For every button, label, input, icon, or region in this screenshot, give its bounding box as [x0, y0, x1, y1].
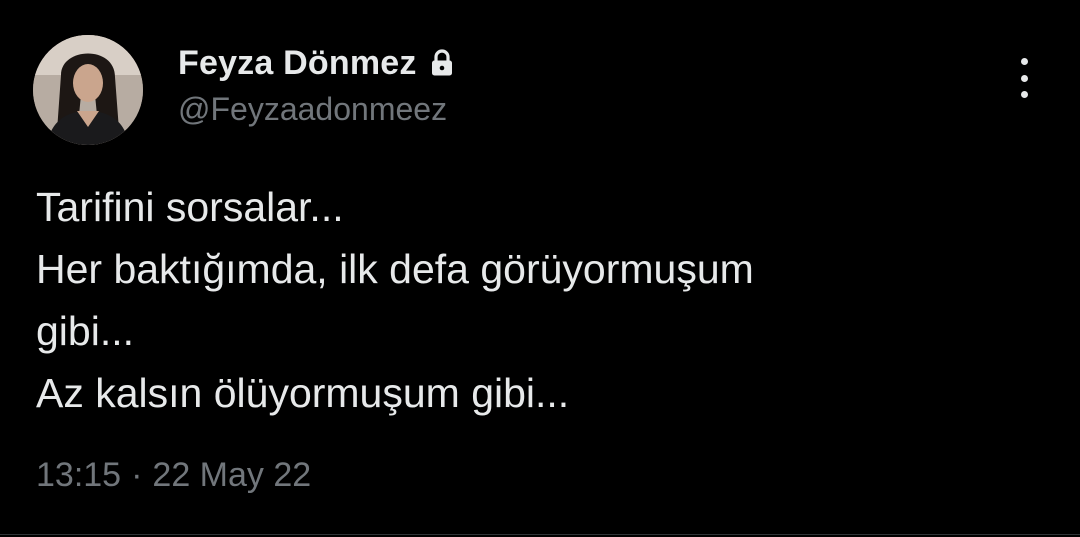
timestamp-separator: ·	[131, 456, 143, 494]
tweet-text-line: gibi...	[36, 308, 134, 354]
tweet-timestamp[interactable]: 13:15 · 22 May 22	[36, 456, 311, 495]
tweet-text-line: Az kalsın ölüyormuşum gibi...	[36, 370, 570, 416]
author-display-name[interactable]: Feyza Dönmez	[178, 44, 417, 83]
tweet-text-line: Tarifini sorsalar...	[36, 184, 344, 230]
tweet-time[interactable]: 13:15	[36, 456, 121, 495]
author-avatar[interactable]	[33, 35, 143, 145]
tweet-date[interactable]: 22 May 22	[152, 456, 311, 495]
lock-icon	[429, 48, 455, 78]
tweet-card: Feyza Dönmez @Feyzaadonmeez Tarifini sor…	[0, 0, 1080, 537]
avatar-photo-icon	[33, 35, 143, 145]
more-vertical-icon-dot	[1020, 74, 1028, 82]
more-options-button[interactable]	[1008, 58, 1040, 98]
more-vertical-icon-dot	[1020, 91, 1028, 98]
author-name-row: Feyza Dönmez	[178, 40, 455, 86]
tweet-text-line: Her baktığımda, ilk defa görüyormuşum	[36, 246, 754, 292]
more-vertical-icon	[1020, 58, 1028, 65]
tweet-text: Tarifini sorsalar... Her baktığımda, ilk…	[36, 176, 1036, 424]
author-handle[interactable]: @Feyzaadonmeez	[178, 91, 447, 128]
divider	[0, 534, 1080, 535]
